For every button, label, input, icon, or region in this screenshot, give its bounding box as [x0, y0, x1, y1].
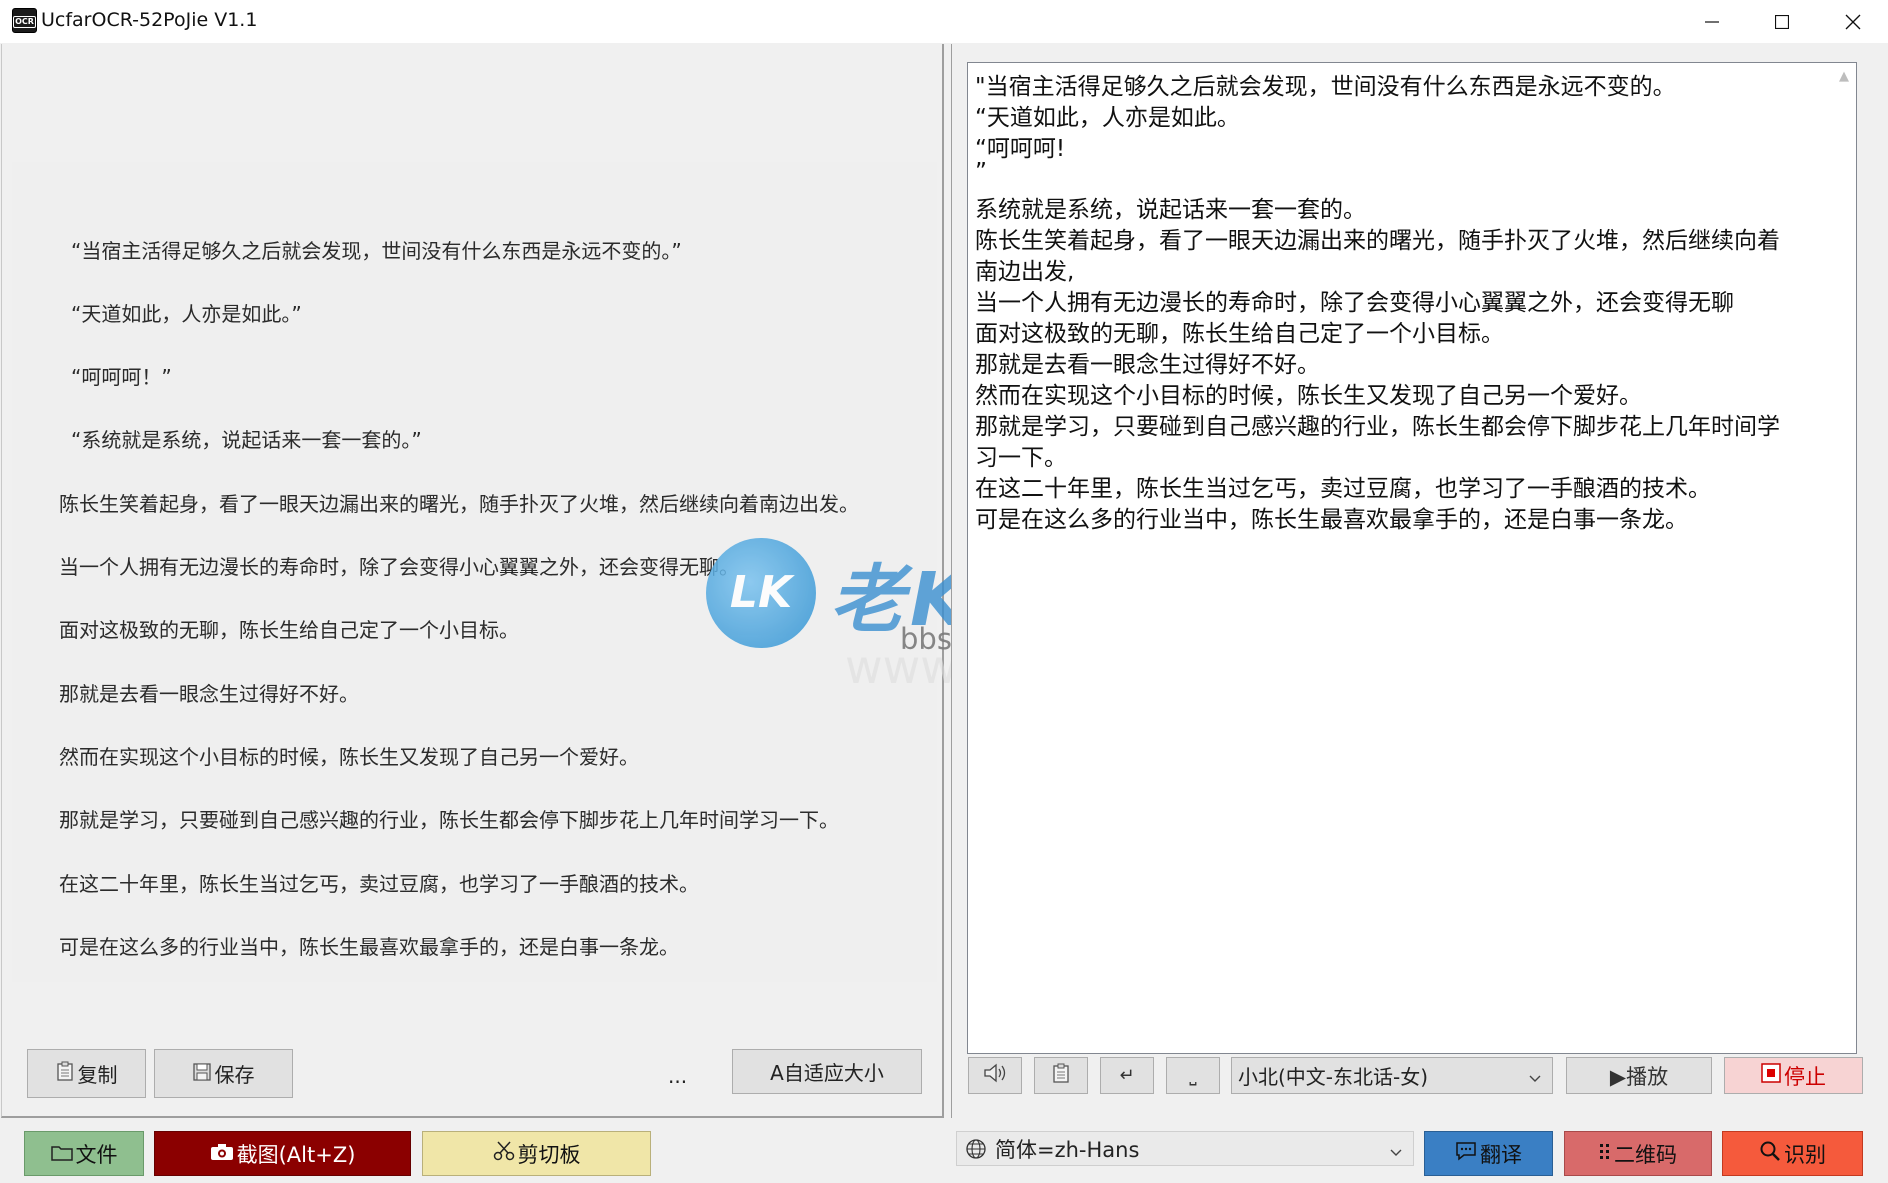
copy-label: 复制	[77, 1063, 118, 1087]
recognize-label: 识别	[1784, 1142, 1826, 1167]
result-line: 那就是学习，只要碰到自己感兴趣的行业，陈长生都会停下脚步花上几年时间学	[975, 414, 1780, 440]
minimize-icon	[1705, 20, 1719, 23]
result-line: 系统就是系统，说起话来一套一套的。	[975, 197, 1366, 223]
newline-icon: ↵	[1119, 1065, 1135, 1086]
voice-select[interactable]: 小北(中文-东北话-女)	[1231, 1057, 1553, 1094]
language-select[interactable]: 简体=zh-Hans	[956, 1131, 1414, 1166]
preview-line: 面对这极致的无聊，陈长生给自己定了一个小目标。	[59, 618, 519, 642]
fit-size-label: A自适应大小	[770, 1061, 884, 1085]
close-button[interactable]	[1818, 0, 1888, 43]
fit-size-button[interactable]: A自适应大小	[732, 1049, 922, 1094]
chat-bubble-icon	[1455, 1141, 1480, 1166]
result-line: 可是在这么多的行业当中，陈长生最喜欢最拿手的，还是白事一条龙。	[975, 507, 1688, 533]
qrcode-button[interactable]: 二维码	[1564, 1131, 1712, 1176]
app-logo-icon: OCR	[12, 8, 37, 33]
translate-button[interactable]: 翻译	[1424, 1131, 1553, 1176]
preview-line: 可是在这么多的行业当中，陈长生最喜欢最拿手的，还是白事一条龙。	[59, 935, 679, 959]
file-button[interactable]: 文件	[24, 1131, 144, 1176]
more-options[interactable]: ...	[668, 1064, 687, 1088]
minimize-button[interactable]	[1677, 0, 1747, 43]
speaker-button[interactable]	[968, 1057, 1022, 1094]
play-label: ▶播放	[1609, 1064, 1669, 1089]
screenshot-label: 截图(Alt+Z)	[236, 1142, 356, 1167]
space-icon: ⎵	[1189, 1065, 1197, 1086]
stop-label: 停止	[1784, 1064, 1826, 1089]
preview-line: “系统就是系统，说起话来一套一套的。”	[71, 428, 422, 452]
preview-line: “天道如此，人亦是如此。”	[71, 302, 302, 326]
preview-line: 然而在实现这个小目标的时候，陈长生又发现了自己另一个爱好。	[59, 745, 639, 769]
result-line: “呵呵呵!	[975, 136, 1066, 162]
app-window: OCR UcfarOCR-52PoJie V1.1 “当宿主活得足够久之后就会发…	[0, 0, 1888, 1183]
chevron-down-icon	[1528, 1066, 1542, 1090]
clipboard-icon	[56, 1061, 74, 1086]
newline-button[interactable]: ↵	[1100, 1057, 1154, 1094]
qrcode-icon	[1599, 1142, 1614, 1166]
result-line: 然而在实现这个小目标的时候，陈长生又发现了自己另一个爱好。	[975, 383, 1642, 409]
result-line: 那就是去看一眼念生过得好不好。	[975, 352, 1320, 378]
search-icon	[1759, 1140, 1784, 1167]
copy-button[interactable]: 复制	[27, 1049, 146, 1098]
folder-icon	[50, 1142, 76, 1166]
result-line: "当宿主活得足够久之后就会发现，世间没有什么东西是永远不变的。	[975, 74, 1676, 100]
close-icon	[1845, 14, 1861, 29]
voice-value: 小北(中文-东北话-女)	[1238, 1065, 1429, 1089]
paste-button[interactable]	[1034, 1057, 1088, 1094]
stop-button[interactable]: 停止	[1724, 1057, 1863, 1094]
camera-icon	[210, 1142, 237, 1166]
screenshot-button[interactable]: 截图(Alt+Z)	[154, 1131, 411, 1176]
recognize-button[interactable]: 识别	[1722, 1131, 1863, 1176]
language-value: 简体=zh-Hans	[995, 1137, 1140, 1162]
preview-line: “当宿主活得足够久之后就会发现，世间没有什么东西是永远不变的。”	[71, 239, 682, 263]
result-line: 习一下。	[975, 445, 1067, 471]
result-line: 在这二十年里，陈长生当过乞丐，卖过豆腐，也学习了一手酿酒的技术。	[975, 476, 1711, 502]
preview-line: 那就是学习，只要碰到自己感兴趣的行业，陈长生都会停下脚步花上几年时间学习一下。	[59, 808, 839, 832]
globe-icon	[965, 1138, 995, 1160]
scroll-up-icon[interactable]: ▲	[1839, 69, 1849, 84]
speaker-icon	[983, 1063, 1007, 1088]
save-label: 保存	[214, 1063, 255, 1087]
result-line: 陈长生笑着起身，看了一眼天边漏出来的曙光，随手扑灭了火堆，然后继续向着	[975, 228, 1780, 254]
preview-line: 陈长生笑着起身，看了一眼天边漏出来的曙光，随手扑灭了火堆，然后继续向着南边出发。	[59, 492, 859, 516]
clipboard-button[interactable]: 剪切板	[422, 1131, 651, 1176]
preview-line: “呵呵呵！”	[71, 365, 172, 389]
result-line: ”	[975, 159, 987, 185]
qrcode-label: 二维码	[1614, 1142, 1677, 1167]
vertical-scrollbar[interactable]: ▲	[1834, 63, 1856, 1053]
result-line: 南边出发,	[975, 259, 1075, 285]
translate-label: 翻译	[1480, 1142, 1522, 1167]
clipboard-label: 剪切板	[517, 1142, 581, 1167]
play-button[interactable]: ▶播放	[1566, 1057, 1712, 1094]
result-text-area[interactable]: "当宿主活得足够久之后就会发现，世间没有什么东西是永远不变的。 “天道如此，人亦…	[967, 62, 1857, 1054]
file-label: 文件	[75, 1142, 118, 1167]
clipboard-icon	[1052, 1063, 1070, 1088]
preview-line: 在这二十年里，陈长生当过乞丐，卖过豆腐，也学习了一手酿酒的技术。	[59, 872, 699, 896]
space-button[interactable]: ⎵	[1166, 1057, 1220, 1094]
result-line: 面对这极致的无聊，陈长生给自己定了一个小目标。	[975, 321, 1504, 347]
save-button[interactable]: 保存	[154, 1049, 293, 1098]
image-preview-panel: “当宿主活得足够久之后就会发现，世间没有什么东西是永远不变的。” “天道如此，人…	[1, 44, 944, 1118]
title-bar: OCR UcfarOCR-52PoJie V1.1	[0, 0, 1888, 43]
maximize-button[interactable]	[1747, 0, 1817, 43]
result-line: 当一个人拥有无边漫长的寿命时，除了会变得小心翼翼之外，还会变得无聊	[975, 290, 1734, 316]
stop-icon	[1761, 1063, 1784, 1088]
scissors-icon	[493, 1141, 518, 1166]
save-icon	[192, 1062, 211, 1086]
captured-image: “当宿主活得足够久之后就会发现，世间没有什么东西是永远不变的。” “天道如此，人…	[12, 162, 937, 982]
chevron-down-icon	[1389, 1140, 1403, 1164]
result-line: “天道如此，人亦是如此。	[975, 105, 1240, 131]
preview-line: 那就是去看一眼念生过得好不好。	[59, 682, 359, 706]
window-title: UcfarOCR-52PoJie V1.1	[41, 9, 258, 31]
preview-line: 当一个人拥有无边漫长的寿命时，除了会变得小心翼翼之外，还会变得无聊。	[59, 555, 739, 579]
maximize-icon	[1775, 14, 1789, 29]
